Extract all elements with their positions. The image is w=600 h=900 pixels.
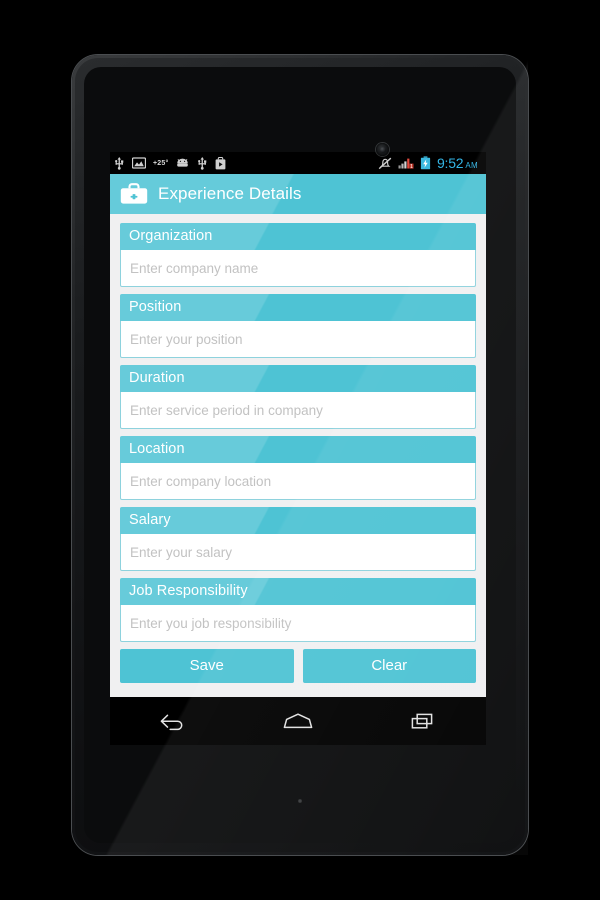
field-organization: Organization	[120, 223, 476, 287]
field-location: Location	[120, 436, 476, 500]
app-bar: Experience Details	[110, 174, 486, 214]
experience-form: Organization Position Duration Location	[110, 214, 486, 697]
label-text: Organization	[129, 228, 213, 244]
field-position: Position	[120, 294, 476, 358]
clock-time: 9:52	[436, 155, 464, 171]
location-input[interactable]	[120, 463, 476, 500]
status-bar: +25° 1 9:52 AM	[110, 152, 486, 174]
recents-button[interactable]	[395, 702, 451, 740]
screenshot-canvas: +25° 1 9:52 AM Experience Details Organi…	[0, 0, 600, 900]
field-salary: Salary	[120, 507, 476, 571]
device-screen: +25° 1 9:52 AM Experience Details Organi…	[110, 152, 486, 697]
label-text: Job Responsibility	[129, 583, 248, 599]
usb-icon	[198, 156, 207, 170]
field-label-organization: Organization	[120, 223, 476, 250]
play-store-icon	[216, 156, 226, 169]
back-button[interactable]	[145, 702, 201, 740]
duration-input[interactable]	[120, 392, 476, 429]
page-title: Experience Details	[158, 184, 302, 203]
usb-icon	[115, 156, 124, 170]
salary-input[interactable]	[120, 534, 476, 571]
field-label-location: Location	[120, 436, 476, 463]
label-text: Duration	[129, 370, 185, 386]
field-label-salary: Salary	[120, 507, 476, 534]
briefcase-icon	[120, 182, 148, 204]
field-label-duration: Duration	[120, 365, 476, 392]
job-responsibility-input[interactable]	[120, 605, 476, 642]
label-text: Location	[129, 441, 185, 457]
recents-icon	[411, 713, 433, 729]
android-icon	[177, 158, 189, 167]
field-label-job-responsibility: Job Responsibility	[120, 578, 476, 605]
organization-input[interactable]	[120, 250, 476, 287]
status-bar-right-icons: 1 9:52 AM	[378, 155, 480, 171]
label-text: Position	[129, 299, 182, 315]
clear-button[interactable]: Clear	[302, 649, 476, 683]
home-icon	[283, 713, 313, 729]
back-icon	[160, 714, 183, 731]
home-button[interactable]	[270, 702, 326, 740]
field-duration: Duration	[120, 365, 476, 429]
svg-text:1: 1	[410, 164, 413, 169]
field-label-position: Position	[120, 294, 476, 321]
front-camera-icon	[376, 143, 389, 156]
image-icon	[132, 157, 146, 169]
status-bar-clock: 9:52 AM	[437, 155, 478, 171]
label-text: Salary	[129, 512, 171, 528]
notifications-muted-icon	[378, 157, 392, 169]
battery-charging-icon	[420, 156, 431, 170]
field-job-responsibility: Job Responsibility	[120, 578, 476, 642]
microphone-icon	[298, 799, 302, 803]
navigation-bar	[110, 697, 486, 745]
form-actions: Save Clear	[120, 649, 476, 683]
clock-ampm: AM	[465, 161, 478, 170]
temperature-label: +25°	[153, 159, 169, 167]
signal-bars-icon: 1	[398, 158, 414, 169]
status-bar-left-icons: +25°	[114, 156, 226, 170]
save-button[interactable]: Save	[120, 649, 294, 683]
position-input[interactable]	[120, 321, 476, 358]
